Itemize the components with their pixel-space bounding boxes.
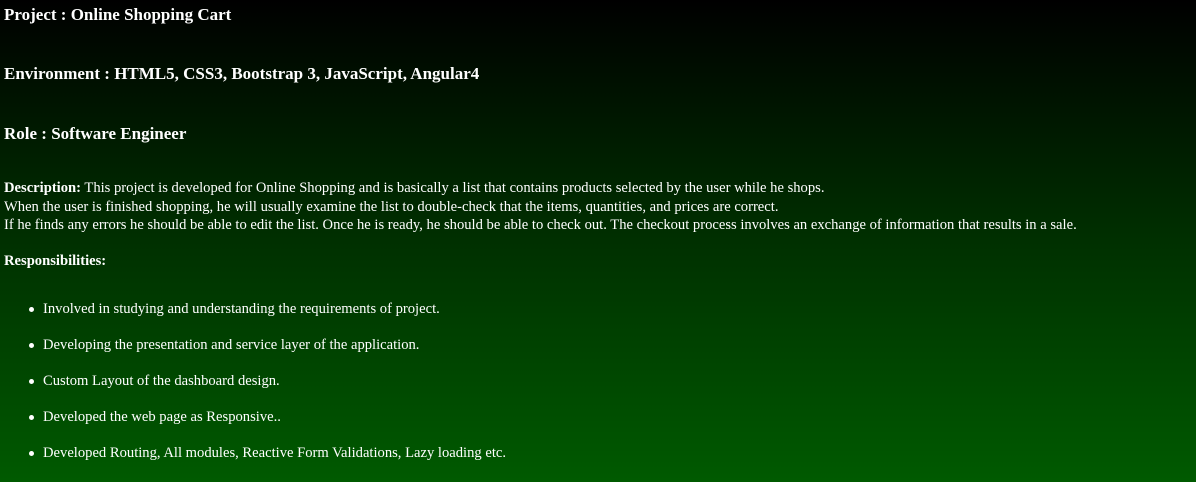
- description-label: Description:: [4, 180, 82, 196]
- environment-heading: Environment : HTML5, CSS3, Bootstrap 3, …: [4, 64, 480, 83]
- list-item-text: Developing the presentation and service …: [43, 337, 420, 353]
- list-item-text: Developed the web page as Responsive..: [43, 409, 281, 425]
- list-item: Custom Layout of the dashboard design.: [4, 372, 506, 408]
- list-item: Developed Routing, All modules, Reactive…: [4, 444, 506, 480]
- bullet-icon: [29, 415, 34, 420]
- list-item: Involved in studying and understanding t…: [4, 300, 506, 336]
- bullet-icon: [29, 379, 34, 384]
- description-text-1: This project is developed for Online Sho…: [81, 180, 825, 196]
- role-heading: Role : Software Engineer: [4, 124, 187, 143]
- bullet-icon: [29, 343, 34, 348]
- description-paragraph: Description: This project is developed f…: [4, 179, 1077, 235]
- list-item-text: Developed Routing, All modules, Reactive…: [43, 445, 506, 461]
- responsibilities-list: Involved in studying and understanding t…: [4, 300, 506, 480]
- list-item: Developed the web page as Responsive..: [4, 408, 506, 444]
- list-item: Developing the presentation and service …: [4, 336, 506, 372]
- description-line-2: When the user is finished shopping, he w…: [4, 198, 779, 215]
- page: { "project": "Project : Online Shopping …: [0, 0, 1196, 482]
- list-item-text: Custom Layout of the dashboard design.: [43, 373, 280, 389]
- description-line-3: If he finds any errors he should be able…: [4, 217, 1077, 233]
- bullet-icon: [29, 307, 34, 312]
- description-line-1: Description: This project is developed f…: [4, 179, 1077, 198]
- bullet-icon: [29, 451, 34, 456]
- list-item-text: Involved in studying and understanding t…: [43, 301, 440, 317]
- responsibilities-label: Responsibilities:: [4, 253, 107, 269]
- project-title: Project : Online Shopping Cart: [4, 5, 232, 24]
